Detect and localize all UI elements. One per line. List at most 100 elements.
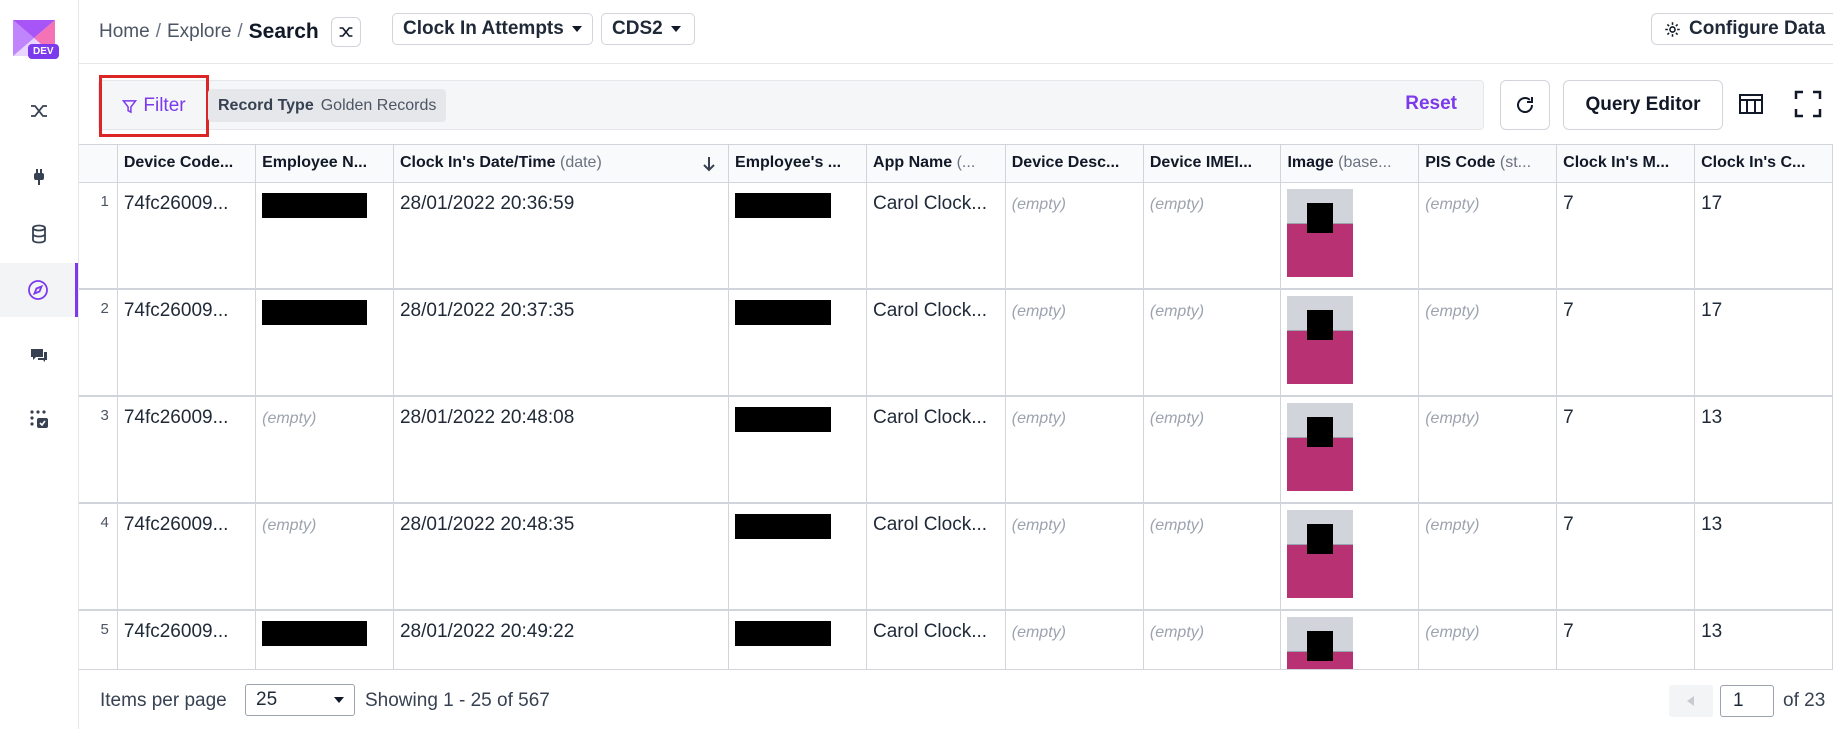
page-number-input[interactable]: 1: [1720, 685, 1774, 717]
column-header[interactable]: PIS Code (st...: [1418, 145, 1558, 183]
table-cell-device-code[interactable]: 74fc26009...: [117, 182, 257, 290]
table-cell-empty[interactable]: (empty): [1005, 396, 1144, 504]
table-cell-empty[interactable]: (empty): [1143, 503, 1282, 611]
items-per-page-select[interactable]: 25: [245, 684, 355, 716]
filter-button[interactable]: Filter: [99, 75, 209, 137]
column-header[interactable]: Clock In's M...: [1556, 145, 1696, 183]
sidebar-item-explore[interactable]: [0, 263, 78, 317]
table-cell-empty[interactable]: (empty): [1418, 610, 1558, 669]
table-cell-empty[interactable]: (empty): [1005, 289, 1144, 397]
table-cell-empty[interactable]: (empty): [1418, 396, 1558, 504]
sort-desc-icon[interactable]: [702, 155, 716, 173]
sidebar-item-graph[interactable]: [0, 84, 78, 138]
sidebar-item-database[interactable]: [0, 207, 78, 261]
thumbnail-image[interactable]: [1287, 296, 1354, 384]
table-cell-empty[interactable]: (empty): [1143, 182, 1282, 290]
table-cell-app-name[interactable]: Carol Clock...: [866, 396, 1006, 504]
table-cell-image[interactable]: [1280, 396, 1420, 504]
entity-dropdown[interactable]: Clock In Attempts: [392, 13, 593, 45]
column-header[interactable]: Employee's ...: [728, 145, 868, 183]
table-cell-app-name[interactable]: Carol Clock...: [866, 610, 1006, 669]
column-header[interactable]: App Name (...: [866, 145, 1006, 183]
table-row[interactable]: 2 74fc26009... 28/01/2022 20:37:35 Carol Cl…: [79, 289, 1833, 397]
column-header[interactable]: Clock In's Date/Time (date): [393, 145, 730, 183]
table-cell-month[interactable]: 7: [1556, 289, 1696, 397]
column-header[interactable]: Image (base...: [1280, 145, 1420, 183]
record-type-chip[interactable]: Record Type Golden Records: [208, 89, 447, 122]
table-cell-datetime[interactable]: 28/01/2022 20:37:35: [393, 289, 730, 397]
table-cell-image[interactable]: [1280, 289, 1420, 397]
table-cell-empty[interactable]: (empty): [1418, 289, 1558, 397]
table-cell-empty[interactable]: (empty): [255, 503, 394, 611]
table-cell-count[interactable]: 17: [1694, 182, 1833, 290]
table-cell-app-name[interactable]: Carol Clock...: [866, 289, 1006, 397]
table-cell-count[interactable]: 17: [1694, 289, 1833, 397]
table-cell-datetime[interactable]: 28/01/2022 20:48:35: [393, 503, 730, 611]
table-row[interactable]: 4 74fc26009... (empty) 28/01/2022 20:48:35 C…: [79, 503, 1833, 611]
table-cell-image[interactable]: [1280, 610, 1420, 669]
table-cell-empty[interactable]: (empty): [1418, 503, 1558, 611]
table-cell-empty[interactable]: (empty): [1143, 396, 1282, 504]
columns-button[interactable]: [1738, 92, 1764, 121]
column-header[interactable]: Device IMEI...: [1143, 145, 1282, 183]
table-cell-redacted[interactable]: [255, 610, 394, 669]
table-cell-empty[interactable]: (empty): [1005, 182, 1144, 290]
sidebar-item-connectors[interactable]: [0, 150, 78, 204]
fullscreen-button[interactable]: [1794, 90, 1822, 123]
breadcrumb-home[interactable]: Home: [99, 21, 150, 43]
table-cell-redacted[interactable]: [728, 503, 868, 611]
table-cell-redacted[interactable]: [728, 289, 868, 397]
thumbnail-image[interactable]: [1287, 188, 1354, 277]
table-cell-datetime[interactable]: 28/01/2022 20:36:59: [393, 182, 730, 290]
table-cell-datetime[interactable]: 28/01/2022 20:49:22: [393, 610, 730, 669]
sidebar-item-messages[interactable]: [0, 328, 78, 382]
table-cell-month[interactable]: 7: [1556, 396, 1696, 504]
breadcrumb-explore[interactable]: Explore: [167, 21, 231, 43]
thumbnail-image[interactable]: [1287, 617, 1354, 669]
table-cell-redacted[interactable]: [255, 182, 394, 290]
sidebar-item-tasks[interactable]: [0, 392, 78, 446]
table-cell-redacted[interactable]: [728, 396, 868, 504]
column-header[interactable]: Employee N...: [255, 145, 394, 183]
table-cell-app-name[interactable]: Carol Clock...: [866, 182, 1006, 290]
thumbnail-image[interactable]: [1287, 403, 1354, 491]
table-cell-device-code[interactable]: 74fc26009...: [117, 610, 257, 669]
table-cell-image[interactable]: [1280, 503, 1420, 611]
table-cell-device-code[interactable]: 74fc26009...: [117, 503, 257, 611]
table-cell-redacted[interactable]: [728, 182, 868, 290]
column-header[interactable]: Device Desc...: [1005, 145, 1144, 183]
reset-button[interactable]: Reset: [1405, 93, 1457, 115]
table-cell-count[interactable]: 13: [1694, 503, 1833, 611]
table-cell-device-code[interactable]: 74fc26009...: [117, 396, 257, 504]
table-cell-empty[interactable]: (empty): [1418, 182, 1558, 290]
column-header[interactable]: Device Code...: [117, 145, 257, 183]
table-cell-device-code[interactable]: 74fc26009...: [117, 289, 257, 397]
table-row[interactable]: 1 74fc26009... 28/01/2022 20:36:59 Carol Cl…: [79, 182, 1833, 290]
table-row[interactable]: 3 74fc26009... (empty) 28/01/2022 20:48:08 C…: [79, 396, 1833, 504]
table-cell-datetime[interactable]: 28/01/2022 20:48:08: [393, 396, 730, 504]
table-cell-empty[interactable]: (empty): [1143, 289, 1282, 397]
table-cell-empty[interactable]: (empty): [1005, 610, 1144, 669]
previous-page-button[interactable]: [1669, 685, 1713, 717]
table-cell-count[interactable]: 13: [1694, 610, 1833, 669]
table-cell-month[interactable]: 7: [1556, 503, 1696, 611]
query-editor-button[interactable]: Query Editor: [1563, 80, 1723, 130]
configure-data-button[interactable]: Configure Data: [1651, 13, 1833, 45]
graph-view-button[interactable]: [330, 17, 361, 47]
table-cell-month[interactable]: 7: [1556, 182, 1696, 290]
table-cell-count[interactable]: 13: [1694, 396, 1833, 504]
table-cell-image[interactable]: [1280, 182, 1420, 290]
refresh-button[interactable]: [1500, 80, 1550, 130]
table-cell-app-name[interactable]: Carol Clock...: [866, 503, 1006, 611]
table-cell-empty[interactable]: (empty): [1005, 503, 1144, 611]
table-cell-empty[interactable]: (empty): [1143, 610, 1282, 669]
table-cell-month[interactable]: 7: [1556, 610, 1696, 669]
column-header[interactable]: Clock In's C...: [1694, 145, 1833, 183]
thumbnail-image[interactable]: [1287, 510, 1354, 598]
source-dropdown[interactable]: CDS2: [601, 13, 695, 45]
redacted-face: [1307, 202, 1334, 233]
table-cell-empty[interactable]: (empty): [255, 396, 394, 504]
table-row[interactable]: 5 74fc26009... 28/01/2022 20:49:22 Carol Cl…: [79, 610, 1833, 669]
table-cell-redacted[interactable]: [728, 610, 868, 669]
table-cell-redacted[interactable]: [255, 289, 394, 397]
